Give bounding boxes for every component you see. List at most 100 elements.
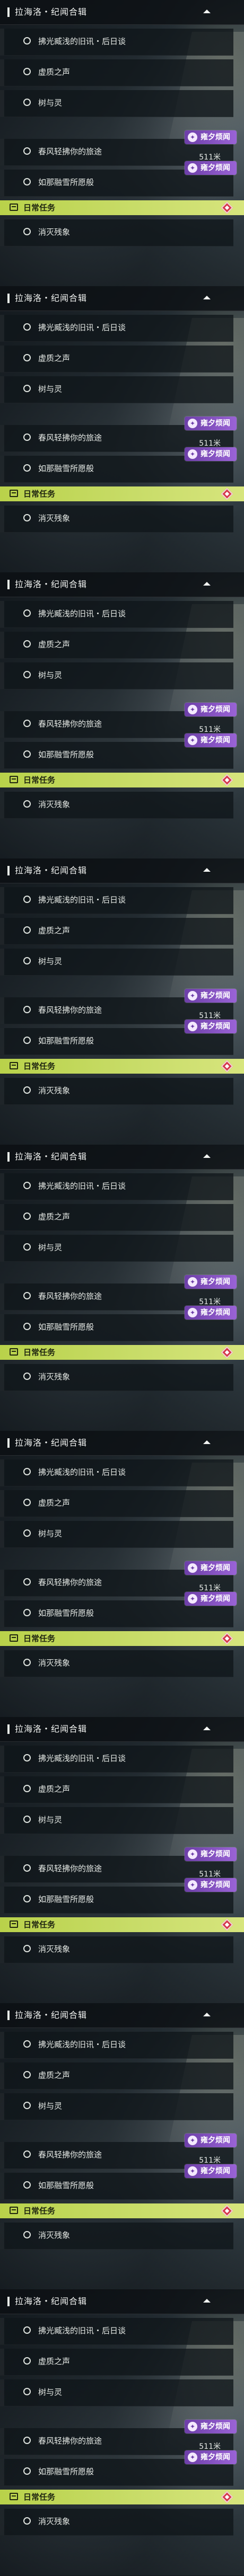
quest-row[interactable]: 虚质之声 [0, 1776, 233, 1803]
radio-circle-icon[interactable] [23, 1659, 31, 1666]
quest-row[interactable]: 拂光臧浅的旧讯・后日谈 [0, 2032, 233, 2059]
radio-circle-icon[interactable] [23, 2040, 31, 2048]
event-badge[interactable]: ✦ 雍夕烦闻 [185, 989, 237, 1003]
radio-circle-icon[interactable] [23, 99, 31, 106]
radio-circle-icon[interactable] [23, 2102, 31, 2109]
radio-circle-icon[interactable] [23, 1086, 31, 1094]
event-badge[interactable]: ✦ 雍夕烦闻 [185, 1020, 237, 1033]
collapse-button[interactable] [201, 1723, 213, 1735]
quest-row[interactable]: 虚质之声 [0, 346, 233, 373]
radio-circle-icon[interactable] [23, 750, 31, 758]
radio-circle-icon[interactable] [23, 178, 31, 185]
radio-circle-icon[interactable] [23, 1895, 31, 1902]
collapse-button[interactable] [201, 1151, 213, 1163]
radio-circle-icon[interactable] [23, 37, 31, 45]
event-badge[interactable]: ✦ 雍夕烦闻 [185, 703, 237, 716]
quest-row[interactable]: 虚质之声 [0, 2349, 233, 2376]
radio-circle-icon[interactable] [23, 2357, 31, 2365]
event-badge[interactable]: ✦ 雍夕烦闻 [185, 1561, 237, 1575]
quest-row[interactable]: 树与灵 [0, 662, 233, 689]
radio-circle-icon[interactable] [23, 1037, 31, 1044]
radio-circle-icon[interactable] [23, 2150, 31, 2158]
radio-circle-icon[interactable] [23, 464, 31, 472]
daily-task-header[interactable]: 日常任务 [0, 1917, 244, 1932]
radio-circle-icon[interactable] [23, 433, 31, 441]
radio-circle-icon[interactable] [23, 609, 31, 617]
radio-circle-icon[interactable] [23, 354, 31, 361]
event-badge[interactable]: ✦ 雍夕烦闻 [185, 733, 237, 747]
event-badge[interactable]: ✦ 雍夕烦闻 [185, 2134, 237, 2147]
daily-quest-row[interactable]: 消灭残象 [0, 1936, 233, 1963]
radio-circle-icon[interactable] [23, 2437, 31, 2444]
radio-circle-icon[interactable] [23, 2181, 31, 2189]
radio-circle-icon[interactable] [23, 228, 31, 235]
quest-row[interactable]: 虚质之声 [0, 2062, 233, 2090]
radio-circle-icon[interactable] [23, 2231, 31, 2238]
quest-row[interactable]: 拂光臧浅的旧讯・后日谈 [0, 1459, 233, 1486]
quest-tracker-header[interactable]: 拉海洛・纪闻合辑 [0, 858, 244, 883]
radio-circle-icon[interactable] [23, 147, 31, 155]
quest-row[interactable]: 拂光臧浅的旧讯・后日谈 [0, 601, 233, 628]
radio-circle-icon[interactable] [23, 68, 31, 75]
quest-row[interactable]: 拂光臧浅的旧讯・后日谈 [0, 29, 233, 56]
radio-circle-icon[interactable] [23, 1529, 31, 1537]
event-badge[interactable]: ✦ 雍夕烦闻 [185, 161, 237, 175]
quest-tracker-header[interactable]: 拉海洛・纪闻合辑 [0, 286, 244, 311]
quest-row[interactable]: 虚质之声 [0, 632, 233, 659]
daily-task-header[interactable]: 日常任务 [0, 773, 244, 787]
radio-circle-icon[interactable] [23, 1243, 31, 1251]
radio-circle-icon[interactable] [23, 1292, 31, 1299]
event-badge[interactable]: ✦ 雍夕烦闻 [185, 2450, 237, 2464]
quest-row[interactable]: 树与灵 [0, 376, 233, 403]
radio-circle-icon[interactable] [23, 1499, 31, 1506]
event-badge[interactable]: ✦ 雍夕烦闻 [185, 447, 237, 461]
radio-circle-icon[interactable] [23, 514, 31, 521]
quest-row[interactable]: 树与灵 [0, 949, 233, 976]
event-badge[interactable]: ✦ 雍夕烦闻 [185, 130, 237, 144]
collapse-button[interactable] [201, 579, 213, 590]
quest-row[interactable]: 树与灵 [0, 1807, 233, 1834]
radio-circle-icon[interactable] [23, 323, 31, 331]
daily-task-header[interactable]: 日常任务 [0, 1345, 244, 1360]
quest-row[interactable]: 树与灵 [0, 1235, 233, 1262]
radio-circle-icon[interactable] [23, 1578, 31, 1586]
quest-tracker-header[interactable]: 拉海洛・纪闻合辑 [0, 572, 244, 597]
event-badge[interactable]: ✦ 雍夕烦闻 [185, 1878, 237, 1892]
quest-row[interactable]: 拂光臧浅的旧讯・后日谈 [0, 315, 233, 342]
quest-row[interactable]: 树与灵 [0, 1521, 233, 1548]
quest-tracker-header[interactable]: 拉海洛・纪闻合辑 [0, 1717, 244, 1742]
event-badge[interactable]: ✦ 雍夕烦闻 [185, 1275, 237, 1289]
radio-circle-icon[interactable] [23, 2071, 31, 2078]
radio-circle-icon[interactable] [23, 800, 31, 808]
radio-circle-icon[interactable] [23, 671, 31, 678]
radio-circle-icon[interactable] [23, 1006, 31, 1013]
radio-circle-icon[interactable] [23, 385, 31, 392]
event-badge[interactable]: ✦ 雍夕烦闻 [185, 2420, 237, 2433]
quest-row[interactable]: 拂光臧浅的旧讯・后日谈 [0, 1746, 233, 1773]
collapse-button[interactable] [201, 6, 213, 18]
event-badge[interactable]: ✦ 雍夕烦闻 [185, 1306, 237, 1320]
daily-task-header[interactable]: 日常任务 [0, 2203, 244, 2218]
radio-circle-icon[interactable] [23, 926, 31, 934]
collapse-button[interactable] [201, 2296, 213, 2307]
daily-quest-row[interactable]: 消灭残象 [0, 506, 233, 533]
radio-circle-icon[interactable] [23, 1816, 31, 1823]
radio-circle-icon[interactable] [23, 1945, 31, 1952]
collapse-button[interactable] [201, 1437, 213, 1449]
daily-quest-row[interactable]: 消灭残象 [0, 2509, 233, 2536]
radio-circle-icon[interactable] [23, 896, 31, 903]
daily-task-header[interactable]: 日常任务 [0, 2490, 244, 2504]
quest-row[interactable]: 拂光臧浅的旧讯・后日谈 [0, 2318, 233, 2345]
radio-circle-icon[interactable] [23, 1754, 31, 1761]
daily-task-header[interactable]: 日常任务 [0, 200, 244, 215]
daily-quest-row[interactable]: 消灭残象 [0, 2223, 233, 2250]
radio-circle-icon[interactable] [23, 720, 31, 727]
daily-quest-row[interactable]: 消灭残象 [0, 792, 233, 819]
event-badge[interactable]: ✦ 雍夕烦闻 [185, 2164, 237, 2178]
daily-quest-row[interactable]: 消灭残象 [0, 1650, 233, 1677]
quest-row[interactable]: 拂光臧浅的旧讯・后日谈 [0, 1173, 233, 1200]
quest-tracker-header[interactable]: 拉海洛・纪闻合辑 [0, 2003, 244, 2028]
collapse-button[interactable] [201, 865, 213, 877]
radio-circle-icon[interactable] [23, 1182, 31, 1189]
daily-task-header[interactable]: 日常任务 [0, 1059, 244, 1074]
